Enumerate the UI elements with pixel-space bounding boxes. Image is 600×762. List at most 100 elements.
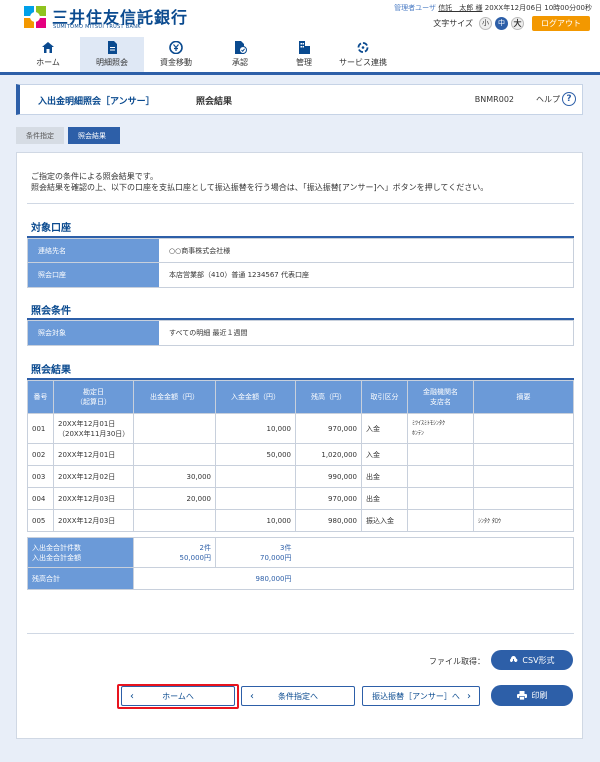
csv-download-button[interactable]: CSV形式 <box>491 650 573 670</box>
service-link-icon <box>357 42 369 53</box>
cell-no: 005 <box>27 509 54 532</box>
summary-count-label: 入出金合計件数 <box>32 543 81 552</box>
table-row: 005 20XX年12月03日 10,000 980,000 振込入金 ｼﾝﾀｸ… <box>27 509 574 532</box>
cell-deposit: 50,000 <box>215 443 296 466</box>
csv-button-label: CSV形式 <box>522 655 555 665</box>
cell-memo <box>473 465 574 488</box>
cell-no: 003 <box>27 465 54 488</box>
home-icon <box>42 42 54 53</box>
cell-withdrawal: 20,000 <box>133 487 216 510</box>
font-size-label: 文字サイズ <box>433 18 473 28</box>
logout-button[interactable]: ログアウト <box>532 15 590 31</box>
cell-no: 001 <box>27 413 54 444</box>
help-icon[interactable]: ? <box>562 92 576 106</box>
login-datetime: 20XX年12月06日 10時00分00秒 <box>484 4 592 12</box>
summary-balance-total: 980,000円 <box>133 567 296 590</box>
summary-amount-label: 入出金合計金額 <box>32 553 81 562</box>
cell-bank <box>407 443 474 466</box>
nav-item-transfer[interactable]: 資金移動 <box>144 37 208 72</box>
app-header: 三井住友信託銀行 SUMITOMO MITSUI TRUST BANK 管理者ユ… <box>0 0 600 37</box>
cell-date: 20XX年12月03日 <box>53 487 134 510</box>
summary-deposit-count: 3件 <box>280 543 292 552</box>
nav-item-home[interactable]: ホーム <box>16 37 80 72</box>
font-medium-button[interactable]: 中 <box>495 16 508 30</box>
table-row: 照会口座 本店営業部（410）普通 1234567 代表口座 <box>28 263 573 287</box>
font-small-button[interactable]: 小 <box>479 16 492 30</box>
step-indicator: 条件指定 照会結果 <box>16 127 120 144</box>
cell-memo: ｼﾝﾀｸ ﾀﾛｳ <box>473 509 574 532</box>
cell-no: 002 <box>27 443 54 466</box>
summary-blank <box>295 537 574 568</box>
nav-item-management[interactable]: 管理 <box>272 37 336 72</box>
transfer-button-label: 振込振替［アンサー］へ <box>372 691 460 701</box>
section-title-results: 照会結果 <box>31 365 71 376</box>
nav-label: 承認 <box>232 58 248 67</box>
font-large-button[interactable]: 大 <box>511 16 524 30</box>
nav-item-service-link[interactable]: サービス連携 <box>330 37 396 72</box>
nav-label: 管理 <box>296 58 312 67</box>
step-condition: 条件指定 <box>16 127 64 144</box>
printer-icon <box>516 691 527 700</box>
nav-label: サービス連携 <box>339 58 387 67</box>
cell-type: 出金 <box>361 465 408 488</box>
page-subtitle: 照会結果 <box>196 97 233 107</box>
col-header-type: 取引区分 <box>361 380 408 414</box>
user-name[interactable]: 信託 太郎 様 <box>438 4 482 12</box>
cell-date: 20XX年12月01日 <box>53 443 134 466</box>
approval-icon <box>235 41 247 54</box>
cell-bank <box>407 487 474 510</box>
summary-key: 入出金合計件数 入出金合計金額 <box>27 537 134 568</box>
condition-button[interactable]: ‹ 条件指定へ <box>241 686 355 706</box>
condition-button-label: 条件指定へ <box>278 691 318 701</box>
cell-bank <box>407 465 474 488</box>
global-nav: ホーム 明細照会 資金移動 承認 管理 サービス連携 <box>0 37 600 75</box>
nav-item-statements[interactable]: 明細照会 <box>80 37 144 72</box>
step-result: 照会結果 <box>68 127 120 144</box>
cell-date-main: 20XX年12月01日 <box>58 419 116 428</box>
nav-item-approval[interactable]: 承認 <box>208 37 272 72</box>
kv-key: 照会対象 <box>28 321 159 345</box>
cell-bank <box>407 509 474 532</box>
kv-value: ○○商事株式会社様 <box>169 246 231 255</box>
home-button[interactable]: ‹ ホームへ <box>121 686 235 706</box>
table-row: 連絡先名 ○○商事株式会社様 <box>28 239 573 263</box>
col-header-withdrawal: 出金金額（円） <box>133 380 216 414</box>
cell-balance: 970,000 <box>295 413 362 444</box>
col-header-balance: 残高（円） <box>295 380 362 414</box>
cell-bank-name: ﾐﾂｲｽﾐﾄﾓｼﾝﾀｸ <box>412 419 446 427</box>
page-title: 入出金明細照会［アンサー］ <box>38 97 155 107</box>
nav-label: 明細照会 <box>96 58 128 67</box>
cell-withdrawal <box>133 443 216 466</box>
account-table: 連絡先名 ○○商事株式会社様 照会口座 本店営業部（410）普通 1234567… <box>27 238 574 288</box>
help-link[interactable]: ヘルプ <box>536 94 560 105</box>
cell-deposit: 10,000 <box>215 509 296 532</box>
cell-no: 004 <box>27 487 54 510</box>
summary-table: 入出金合計件数 入出金合計金額 2件 50,000円 3件 70,000円 残高合計 … <box>27 537 574 590</box>
file-download-label: ファイル取得： <box>429 657 485 666</box>
col-header-memo: 摘要 <box>473 380 574 414</box>
transfer-button[interactable]: 振込振替［アンサー］へ › <box>362 686 480 706</box>
chevron-right-icon: › <box>467 690 471 702</box>
col-header-deposit: 入金金額（円） <box>215 380 296 414</box>
divider <box>27 203 574 204</box>
table-row: 002 20XX年12月01日 50,000 1,020,000 入金 <box>27 443 574 466</box>
page-title-bar: 入出金明細照会［アンサー］ 照会結果 BNMR002 ヘルプ ? <box>16 84 583 115</box>
summary-row-balance: 残高合計 980,000円 <box>27 567 574 590</box>
table-header-row: 番号 勘定日 （起算日） 出金金額（円） 入金金額（円） 残高（円） 取引区分 金… <box>27 380 574 414</box>
print-button[interactable]: 印刷 <box>491 685 573 706</box>
cell-type: 振込入金 <box>361 509 408 532</box>
nav-label: 資金移動 <box>160 58 192 67</box>
cell-balance: 980,000 <box>295 509 362 532</box>
cell-memo <box>473 443 574 466</box>
intro-line-1: ご指定の条件による照会結果です。 <box>31 172 158 181</box>
col-header-date: 勘定日 （起算日） <box>53 380 134 414</box>
cell-withdrawal: 30,000 <box>133 465 216 488</box>
management-icon <box>299 41 310 54</box>
cell-deposit <box>215 487 296 510</box>
col-header-no: 番号 <box>27 380 54 414</box>
summary-withdrawal: 2件 50,000円 <box>133 537 216 568</box>
divider <box>27 633 574 634</box>
home-button-label: ホームへ <box>162 691 194 701</box>
kv-key: 連絡先名 <box>28 239 159 262</box>
summary-withdrawal-count: 2件 <box>199 543 211 552</box>
